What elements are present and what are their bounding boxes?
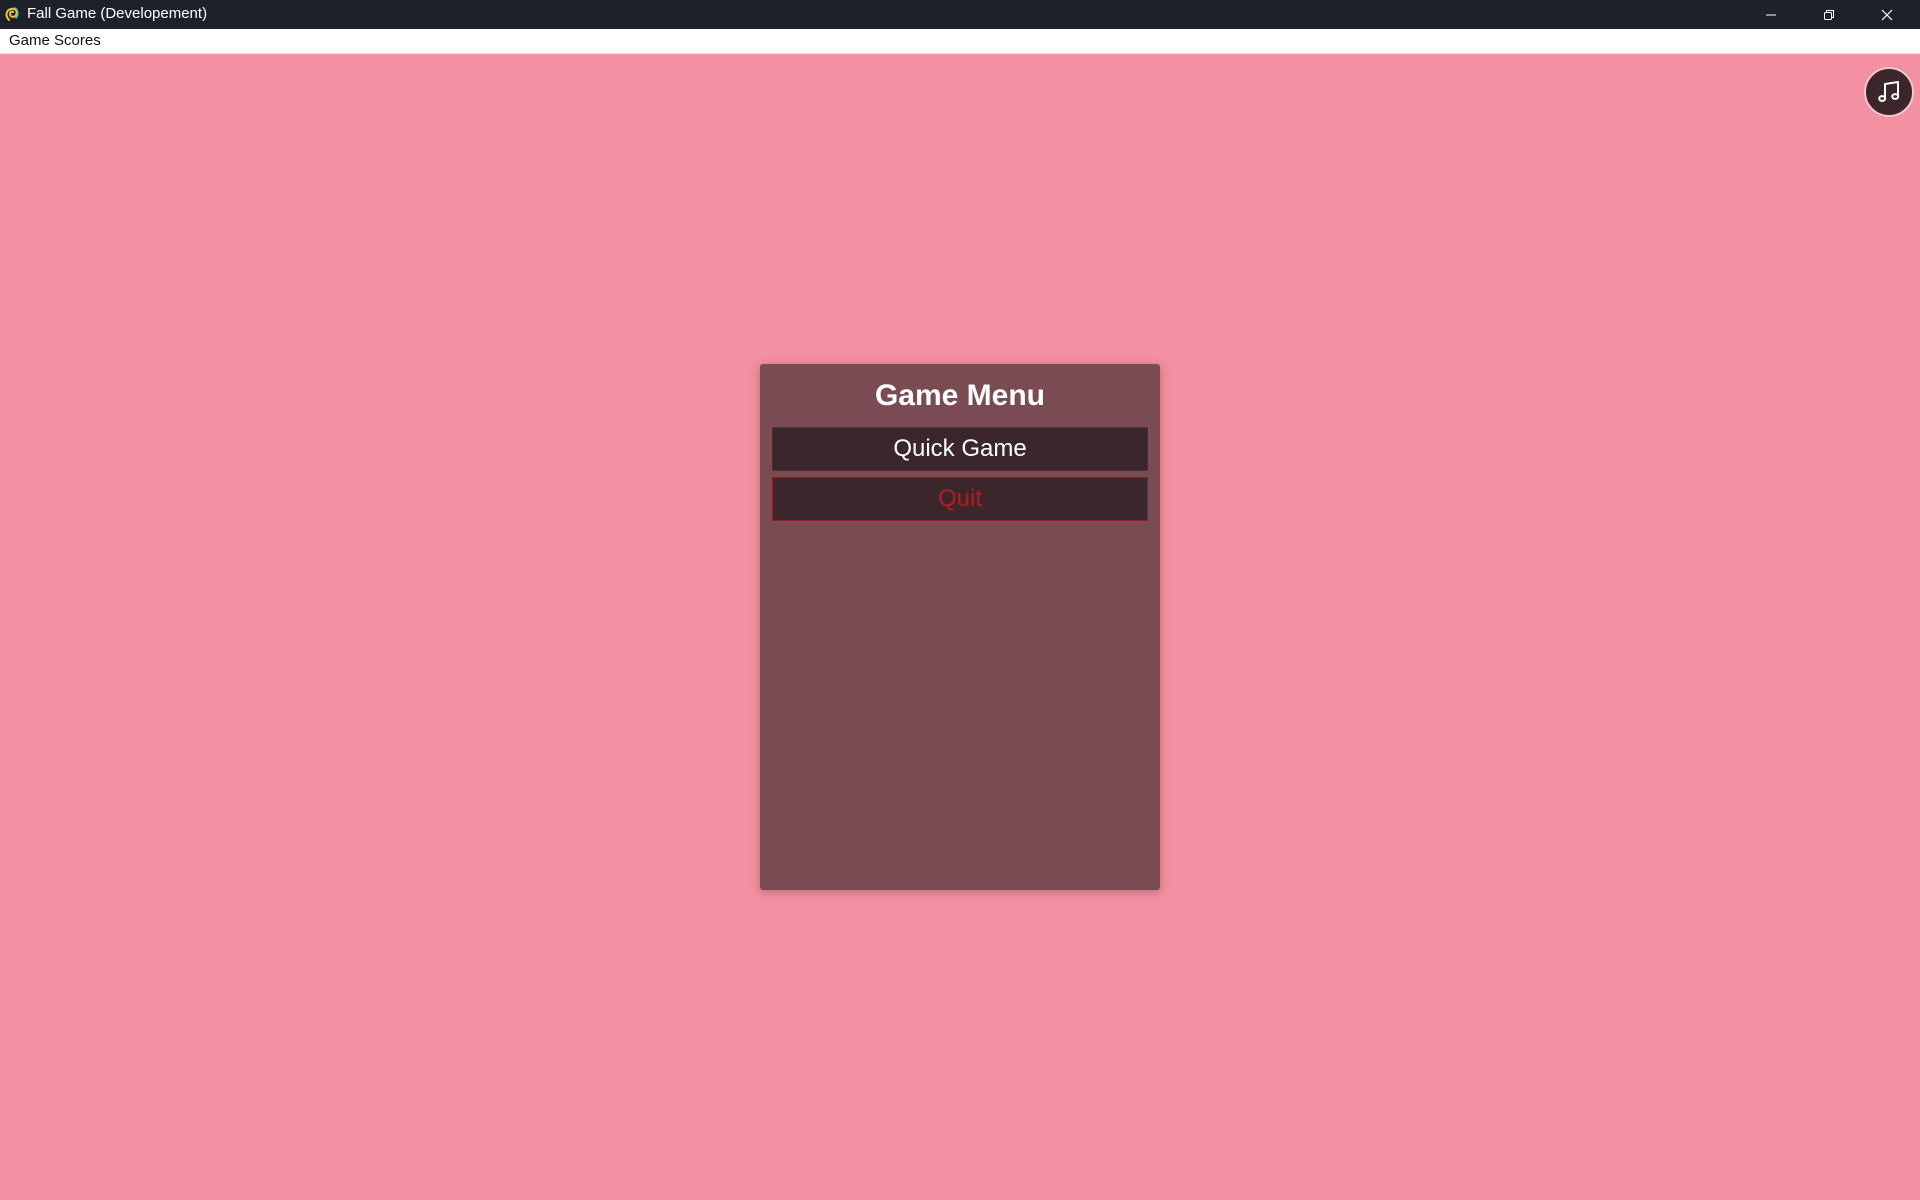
menu-item-game-scores[interactable]: Game Scores: [9, 33, 101, 49]
game-menu-panel: Game Menu Quick Game Quit: [760, 364, 1160, 890]
quick-game-button[interactable]: Quick Game: [772, 427, 1148, 471]
app-icon: [4, 6, 20, 22]
minimize-icon: [1766, 14, 1776, 15]
close-icon: [1881, 9, 1893, 20]
game-menu-title: Game Menu: [874, 379, 1046, 412]
close-button[interactable]: [1858, 0, 1916, 29]
title-bar: Fall Game (Developement): [0, 0, 1920, 29]
quit-button[interactable]: Quit: [772, 477, 1148, 521]
music-toggle-button[interactable]: [1864, 67, 1914, 117]
menu-bar: Game Scores: [0, 29, 1920, 54]
music-note-icon: [1878, 81, 1900, 102]
window-title: Fall Game (Developement): [27, 5, 208, 22]
restore-button[interactable]: [1800, 0, 1858, 29]
restore-icon: [1824, 9, 1834, 20]
minimize-button[interactable]: [1742, 0, 1800, 29]
